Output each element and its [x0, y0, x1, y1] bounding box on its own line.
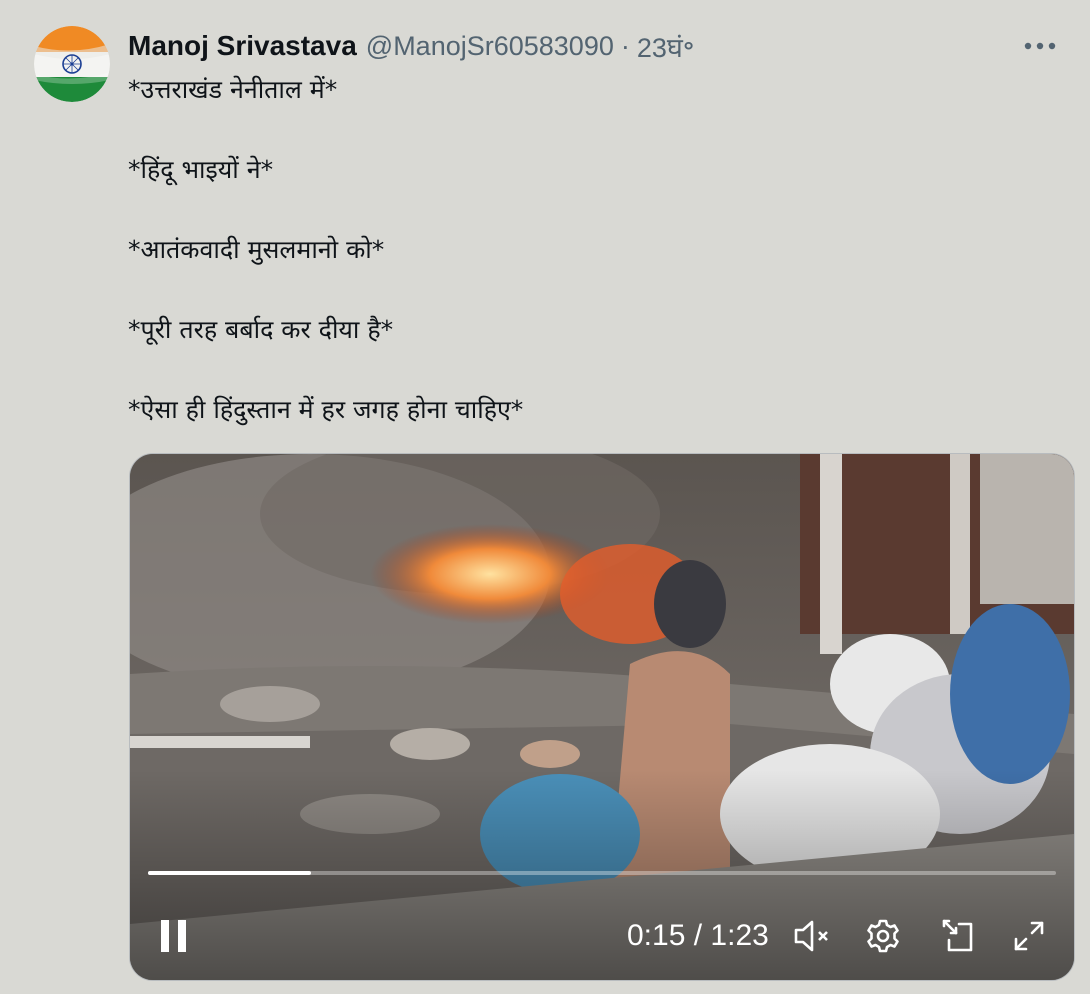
gear-icon — [867, 919, 899, 953]
avatar[interactable] — [34, 26, 110, 102]
more-horizontal-icon — [1024, 42, 1056, 50]
fullscreen-button[interactable] — [1008, 916, 1050, 956]
video-controls: 0:15 / 1:23 — [130, 894, 1074, 974]
volume-muted-icon — [794, 920, 828, 952]
india-flag-avatar-icon — [34, 26, 110, 102]
fullscreen-icon — [1014, 921, 1044, 951]
post-header: Manoj Srivastava @ManojSr60583090 · 23घं… — [128, 26, 1066, 66]
post-timestamp[interactable]: 23घं॰ — [637, 28, 695, 65]
post-text-line: *आतंकवादी मुसलमानो को* — [128, 235, 385, 264]
picture-in-picture-icon — [942, 919, 973, 952]
header-separator: · — [620, 30, 630, 61]
more-options-button[interactable] — [1020, 34, 1060, 58]
video-current-time: 0:15 — [627, 919, 686, 952]
picture-in-picture-button[interactable] — [936, 916, 978, 956]
pause-icon — [161, 920, 186, 952]
mute-button[interactable] — [791, 916, 835, 956]
post-text-line: *ऐसा ही हिंदुस्तान में हर जगह होना चाहिए… — [128, 395, 524, 424]
post-text: *उत्तराखंड नेनीताल में* *हिंदू भाइयों ने… — [128, 70, 1058, 470]
author-handle[interactable]: @ManojSr60583090 — [366, 31, 614, 62]
post-text-line: *पूरी तरह बर्बाद कर दीया है* — [128, 315, 394, 344]
video-player[interactable]: 0:15 / 1:23 — [129, 453, 1075, 981]
video-time-separator: / — [693, 919, 703, 952]
post-text-line: *उत्तराखंड नेनीताल में* — [128, 75, 338, 104]
video-progress-fill — [148, 871, 312, 875]
video-time-readout: 0:15 / 1:23 — [627, 916, 769, 956]
video-duration: 1:23 — [710, 919, 769, 952]
pause-button[interactable] — [152, 914, 196, 958]
author-display-name[interactable]: Manoj Srivastava — [128, 30, 357, 62]
post-text-line: *हिंदू भाइयों ने* — [128, 155, 274, 184]
video-progress-bar[interactable] — [148, 871, 1056, 875]
settings-button[interactable] — [862, 916, 904, 956]
